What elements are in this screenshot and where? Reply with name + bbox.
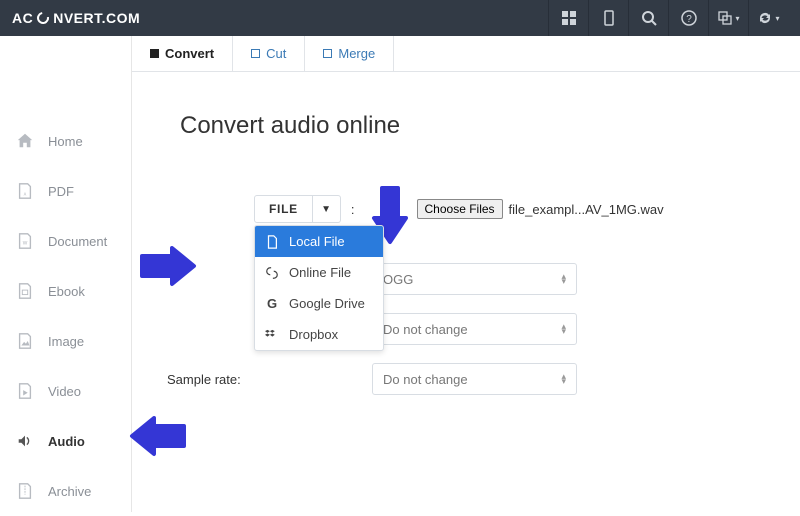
sidebar-item-label: PDF: [48, 184, 74, 199]
dd-item-dropbox[interactable]: Dropbox: [255, 319, 383, 350]
tab-label: Convert: [165, 46, 214, 61]
top-navbar: AC NVERT.COM ? ▾ ▾: [0, 0, 800, 36]
sidebar-item-label: Ebook: [48, 284, 85, 299]
select-value: Do not change: [383, 372, 468, 387]
brand-suffix: NVERT.COM: [53, 10, 140, 26]
checkbox-icon: [150, 49, 159, 58]
file-dropdown-toggle[interactable]: ▼: [313, 195, 341, 223]
dd-item-label: Dropbox: [289, 327, 338, 342]
dd-item-online-file[interactable]: Online File: [255, 257, 383, 288]
sidebar-item-label: Home: [48, 134, 83, 149]
dd-item-label: Local File: [289, 234, 345, 249]
brand-prefix: AC: [12, 10, 33, 26]
sidebar-item-image[interactable]: Image: [0, 316, 131, 366]
help-icon[interactable]: ?: [668, 0, 708, 36]
dd-item-label: Online File: [289, 265, 351, 280]
sidebar-item-label: Video: [48, 384, 81, 399]
chosen-filename: file_exampl...AV_1MG.wav: [509, 202, 664, 217]
mode-tabs: Convert Cut Merge: [132, 36, 800, 72]
choose-files-label: Choose Files: [425, 202, 495, 216]
sidebar: Home ᴀ PDF w Document Ebook Image Video Au…: [0, 36, 132, 512]
sidebar-item-label: Archive: [48, 484, 91, 499]
sidebar-item-home[interactable]: Home: [0, 116, 131, 166]
caret-down-icon: ▼: [321, 204, 332, 215]
sidebar-item-video[interactable]: Video: [0, 366, 131, 416]
file-source-dropdown: Local File Online File GGoogle Drive Dro…: [254, 225, 384, 351]
tab-convert[interactable]: Convert: [132, 36, 233, 71]
svg-text:?: ?: [686, 14, 692, 25]
sidebar-item-pdf[interactable]: ᴀ PDF: [0, 166, 131, 216]
checkbox-icon: [323, 49, 332, 58]
refresh-icon: [35, 10, 52, 27]
main-panel: Convert Cut Merge Convert audio online F…: [132, 36, 800, 512]
tab-label: Merge: [338, 46, 375, 61]
row-label-samplerate: Sample rate:: [167, 372, 297, 387]
checkbox-icon: [251, 49, 260, 58]
dd-item-google-drive[interactable]: GGoogle Drive: [255, 288, 383, 319]
file-source-combo: FILE ▼ Local File Online File GGoogle Dr…: [254, 195, 341, 223]
tablet-icon[interactable]: [588, 0, 628, 36]
updown-icon: [561, 374, 566, 384]
annotation-arrow-left: [126, 416, 186, 459]
sidebar-item-audio[interactable]: Audio: [0, 416, 131, 466]
sidebar-item-label: Document: [48, 234, 107, 249]
page-title: Convert audio online: [180, 112, 760, 140]
tab-merge[interactable]: Merge: [305, 36, 394, 71]
language-icon[interactable]: ▾: [708, 0, 748, 36]
target-format-select[interactable]: OGG: [372, 263, 577, 295]
grid-icon[interactable]: [548, 0, 588, 36]
search-icon[interactable]: [628, 0, 668, 36]
sidebar-item-label: Audio: [48, 434, 85, 449]
refresh-icon[interactable]: ▾: [748, 0, 788, 36]
select-value: Do not change: [383, 322, 468, 337]
dd-item-label: Google Drive: [289, 296, 365, 311]
sidebar-item-ebook[interactable]: Ebook: [0, 266, 131, 316]
choose-files-button[interactable]: Choose Files: [417, 199, 503, 219]
site-logo[interactable]: AC NVERT.COM: [12, 10, 140, 26]
nav-right: ? ▾ ▾: [548, 0, 788, 36]
updown-icon: [561, 324, 566, 334]
bitrate-select[interactable]: Do not change: [372, 313, 577, 345]
tab-cut[interactable]: Cut: [233, 36, 305, 71]
updown-icon: [561, 274, 566, 284]
tab-label: Cut: [266, 46, 286, 61]
dd-item-local-file[interactable]: Local File: [255, 226, 383, 257]
samplerate-select[interactable]: Do not change: [372, 363, 577, 395]
svg-text:ᴀ: ᴀ: [24, 192, 27, 198]
svg-text:w: w: [22, 240, 28, 247]
sidebar-item-archive[interactable]: Archive: [0, 466, 131, 516]
file-button[interactable]: FILE: [254, 195, 313, 223]
sidebar-item-label: Image: [48, 334, 84, 349]
colon: :: [351, 202, 355, 217]
sidebar-item-document[interactable]: w Document: [0, 216, 131, 266]
file-button-label: FILE: [269, 202, 298, 216]
select-value: OGG: [383, 272, 413, 287]
